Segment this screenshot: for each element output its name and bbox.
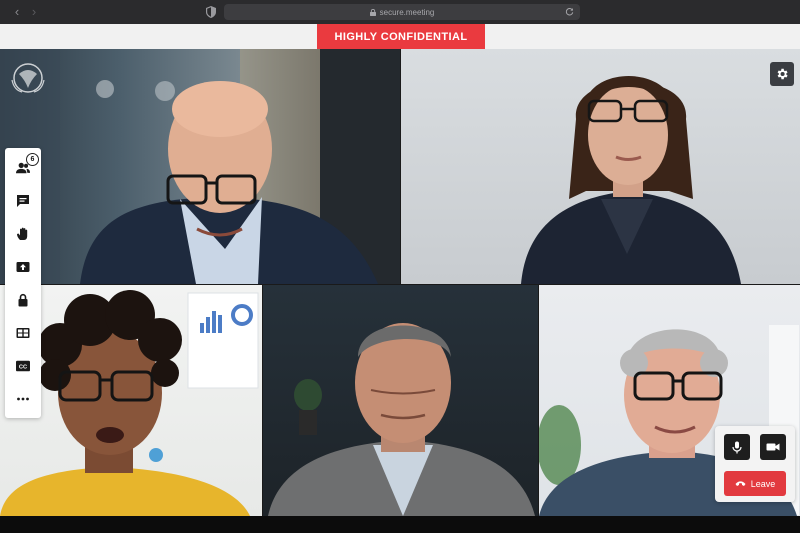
reload-icon[interactable] (565, 7, 574, 16)
microphone-icon (732, 441, 742, 453)
org-logo (11, 63, 45, 93)
captions-icon: CC (16, 360, 30, 372)
address-bar[interactable]: secure.meeting (224, 4, 580, 20)
mute-button[interactable] (724, 434, 750, 460)
banner-strip: HIGHLY CONFIDENTIAL (0, 24, 800, 49)
call-controls: Leave (715, 426, 795, 502)
address-text: secure.meeting (379, 7, 435, 17)
shield-icon (206, 6, 216, 18)
participant-tile-4[interactable] (263, 285, 538, 516)
share-screen-icon (16, 262, 30, 272)
lock-icon (18, 293, 28, 307)
more-icon (17, 397, 29, 401)
participant-video-1 (0, 49, 400, 284)
captions-button[interactable]: CC (13, 356, 33, 376)
camera-icon (766, 443, 780, 451)
participant-tile-1[interactable] (0, 49, 400, 284)
chat-icon (17, 195, 29, 207)
more-options-button[interactable] (13, 389, 33, 409)
lock-meeting-button[interactable] (13, 290, 33, 310)
gear-icon (777, 68, 788, 80)
layout-grid-icon (16, 328, 30, 338)
browser-toolbar: ‹ › secure.meeting (0, 0, 800, 24)
lock-icon (369, 8, 376, 16)
share-screen-button[interactable] (13, 257, 33, 277)
participant-tile-2[interactable] (401, 49, 800, 284)
layout-button[interactable] (13, 323, 33, 343)
hang-up-icon (735, 481, 746, 486)
video-grid (0, 49, 800, 516)
svg-text:CC: CC (19, 364, 27, 370)
chat-button[interactable] (13, 191, 33, 211)
participant-count-badge: 6 (26, 153, 39, 166)
participant-video-4 (268, 323, 535, 516)
leave-button[interactable]: Leave (724, 471, 786, 496)
confidential-badge: HIGHLY CONFIDENTIAL (317, 24, 485, 49)
raise-hand-icon (17, 227, 28, 240)
meeting-sidebar: CC (5, 148, 41, 418)
raise-hand-button[interactable] (13, 224, 33, 244)
settings-button[interactable] (770, 62, 794, 86)
bottom-bar (0, 516, 800, 533)
camera-button[interactable] (760, 434, 786, 460)
forward-arrow-icon[interactable]: › (27, 5, 41, 19)
back-arrow-icon[interactable]: ‹ (10, 5, 24, 19)
leave-label: Leave (750, 478, 776, 489)
participant-video-2 (521, 76, 741, 284)
